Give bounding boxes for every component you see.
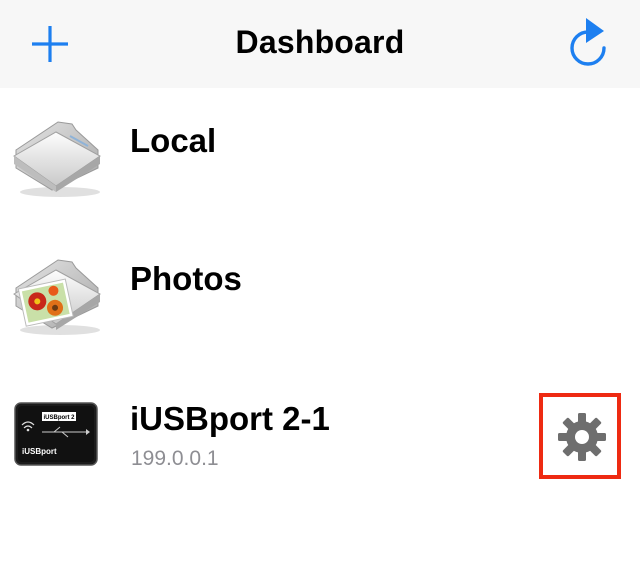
- device-settings-button[interactable]: [539, 393, 621, 479]
- gear-icon: [558, 413, 606, 461]
- iusbport-device-icon: iUSBport 2 iUSBport: [14, 402, 98, 466]
- device-ip-address: 199.0.0.1: [131, 447, 219, 470]
- device-badge-text: iUSBport 2: [43, 415, 75, 421]
- list-item-label: iUSBport 2-1: [130, 400, 330, 437]
- refresh-icon: [570, 18, 606, 66]
- navigation-bar: Dashboard: [0, 0, 640, 88]
- list-item-photos[interactable]: Photos: [0, 226, 640, 346]
- folder-icon: [10, 110, 104, 200]
- list-item-label: Local: [130, 122, 217, 159]
- photos-folder-icon: [10, 248, 104, 338]
- list-item-local[interactable]: Local: [0, 88, 640, 208]
- dashboard-screen: Dashboard Local Photos iUSBport 2 iUSBpo…: [0, 0, 640, 568]
- list-item-label: Photos: [130, 260, 242, 297]
- device-brand-text: iUSBport: [22, 447, 57, 456]
- refresh-button[interactable]: [564, 16, 614, 68]
- page-title: Dashboard: [235, 24, 405, 60]
